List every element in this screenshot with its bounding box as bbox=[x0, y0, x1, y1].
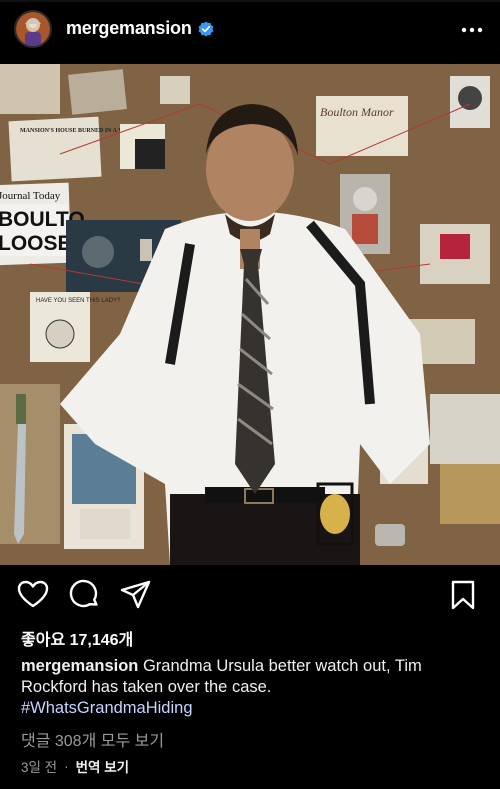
verified-badge-icon bbox=[198, 21, 214, 37]
avatar[interactable] bbox=[14, 10, 52, 48]
post-timestamp: 3일 전 bbox=[21, 760, 58, 775]
newspaper-masthead: Journal Today bbox=[0, 190, 61, 202]
likes-count[interactable]: 좋아요 17,146개 bbox=[21, 626, 133, 650]
have-you-seen-text: HAVE YOU SEEN THIS LADY? bbox=[36, 298, 121, 304]
paper-plane-icon[interactable] bbox=[119, 578, 153, 612]
meta-separator: · bbox=[64, 758, 69, 774]
caption-hashtag[interactable]: #WhatsGrandmaHiding bbox=[21, 699, 193, 717]
post-caption: mergemansion Grandma Ursula better watch… bbox=[21, 656, 481, 719]
post-meta: 3일 전 · 번역 보기 bbox=[21, 756, 129, 776]
caption-username[interactable]: mergemansion bbox=[21, 657, 138, 675]
post-header: mergemansion bbox=[0, 0, 500, 62]
heart-icon[interactable] bbox=[16, 578, 50, 612]
more-options-icon[interactable] bbox=[460, 22, 484, 38]
post-username[interactable]: mergemansion bbox=[66, 18, 192, 39]
action-bar bbox=[0, 578, 500, 614]
see-translation-link[interactable]: 번역 보기 bbox=[76, 756, 129, 776]
photo-paper bbox=[0, 64, 60, 114]
manor-card-text: Boulton Manor bbox=[320, 105, 394, 119]
comment-bubble-icon[interactable] bbox=[68, 578, 102, 612]
view-all-comments-link[interactable]: 댓글 308개 모두 보기 bbox=[21, 727, 164, 751]
bookmark-icon[interactable] bbox=[447, 578, 481, 612]
post-photo[interactable]: MANSION'S HOUSE BURNED IN A VIOLENT FIRE… bbox=[0, 64, 500, 565]
